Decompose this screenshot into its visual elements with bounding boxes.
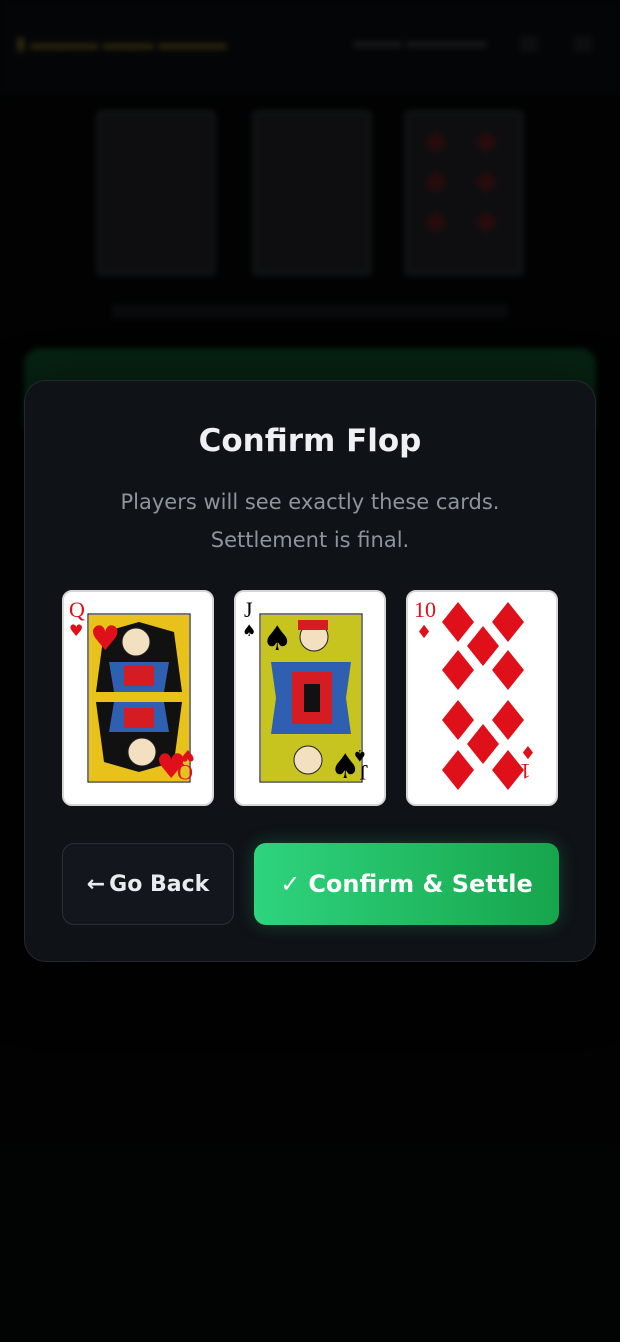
confirm-settle-button[interactable]: ✓ Confirm & Settle <box>254 843 559 925</box>
card-rank: Q <box>69 597 85 622</box>
go-back-button[interactable]: ← Go Back <box>62 843 234 925</box>
card-rank: 10 <box>414 597 436 622</box>
go-back-label: Go Back <box>109 871 210 897</box>
card-jack-spades: J ♠ ♠ ♠ J ♠ <box>234 590 386 806</box>
card-queen-hearts: Q ♥ ♥ ♥ Q ♥ <box>62 590 214 806</box>
check-icon: ✓ <box>280 870 301 898</box>
svg-text:♥: ♥ <box>90 619 120 659</box>
svg-text:♥: ♥ <box>181 746 195 765</box>
svg-text:♠: ♠ <box>262 619 292 659</box>
dialog-subtitle: Players will see exactly these cards. Se… <box>120 490 500 552</box>
confirm-flop-dialog: Confirm Flop Players will see exactly th… <box>24 380 596 962</box>
card-rank: J <box>244 597 253 622</box>
card-suit: ♦ <box>416 622 432 643</box>
card-suit: ♥ <box>69 621 83 640</box>
svg-text:♦: ♦ <box>520 741 536 762</box>
arrow-left-icon: ← <box>86 871 106 897</box>
flop-cards: Q ♥ ♥ ♥ Q ♥ J ♠ ♠ ♠ J ♠ 10 ♦ 10 ♦ <box>62 590 558 806</box>
card-suit: ♠ <box>242 621 256 640</box>
card-ten-diamonds: 10 ♦ 10 ♦ <box>406 590 558 806</box>
svg-text:♠: ♠ <box>353 746 367 765</box>
confirm-settle-label: Confirm & Settle <box>308 870 533 898</box>
dialog-title: Confirm Flop <box>198 423 422 459</box>
